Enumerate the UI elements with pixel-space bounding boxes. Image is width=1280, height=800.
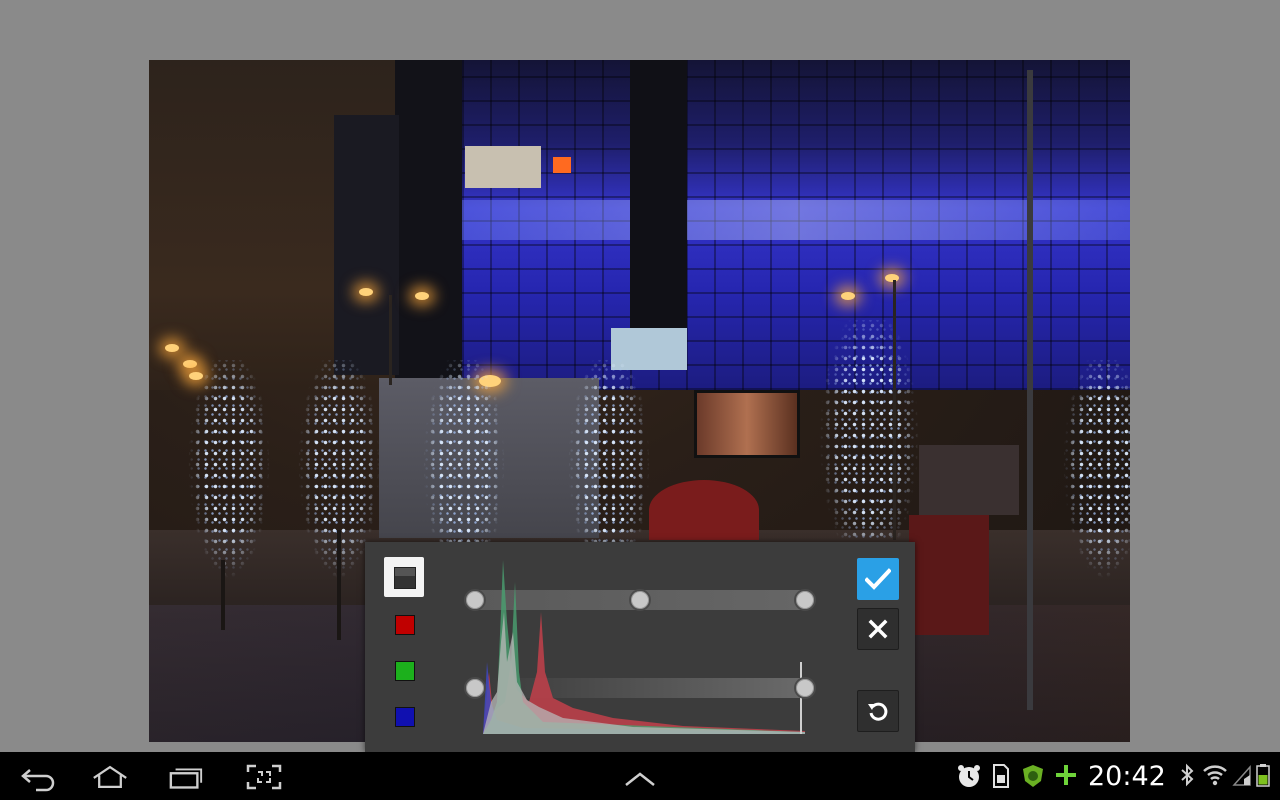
histogram-blue — [483, 662, 805, 734]
apply-button[interactable] — [857, 558, 899, 600]
photo-dark-tower — [395, 60, 462, 390]
sim-card-icon — [993, 764, 1009, 788]
photo-lit-tree — [1059, 360, 1130, 590]
curve-point-highlights[interactable] — [794, 589, 816, 611]
red-swatch-icon — [395, 615, 415, 635]
channel-rgb-button[interactable] — [384, 557, 424, 597]
close-icon — [868, 619, 888, 639]
photo-tree-trunk — [221, 560, 225, 630]
channel-red-button[interactable] — [384, 604, 424, 644]
photo-street-lamp — [359, 288, 373, 296]
reset-button[interactable] — [857, 690, 899, 732]
status-clock: 20:42 — [1088, 761, 1166, 792]
photo-orange-window — [553, 157, 571, 173]
histogram — [483, 560, 805, 734]
photo-lit-tree — [184, 360, 274, 590]
photo-dark-tower-2 — [630, 60, 687, 330]
green-swatch-icon — [395, 661, 415, 681]
plus-icon — [1056, 765, 1076, 785]
curves-panel — [365, 542, 915, 752]
recent-apps-icon[interactable] — [168, 764, 204, 792]
histogram-green — [483, 560, 805, 734]
histogram-luma — [483, 612, 805, 734]
photo-billboard — [694, 390, 800, 458]
bluetooth-icon — [1181, 763, 1194, 787]
wifi-icon — [1203, 765, 1227, 786]
histogram-red — [483, 612, 805, 734]
alarm-clock-icon — [958, 765, 980, 787]
photo-lamp-pole — [389, 295, 392, 385]
check-icon — [865, 568, 891, 590]
curve-point-midtones[interactable] — [629, 589, 651, 611]
signal-strength-icon — [1232, 765, 1251, 786]
rgb-swatch-icon — [394, 567, 416, 589]
photo-street-lamp — [841, 292, 855, 300]
input-levels-track[interactable] — [475, 678, 805, 698]
curve-point-shadows[interactable] — [464, 589, 486, 611]
photo-lit-tree — [814, 320, 924, 580]
photo-tree-trunk — [337, 530, 341, 640]
input-level-white[interactable] — [794, 677, 816, 699]
cancel-button[interactable] — [857, 608, 899, 650]
input-level-black[interactable] — [464, 677, 486, 699]
channel-green-button[interactable] — [384, 650, 424, 690]
photo-lit-window — [465, 146, 541, 188]
photo-street-lamp — [885, 274, 899, 282]
photo-street-lamp — [415, 292, 429, 300]
photo-shop-sign — [649, 480, 759, 540]
photo-tall-pole — [1027, 70, 1033, 710]
security-shield-icon — [1023, 765, 1043, 787]
rotate-reset-icon — [868, 702, 888, 721]
photo-street-lamp — [165, 344, 179, 352]
chevron-up-icon[interactable] — [622, 766, 658, 794]
photo-storefront — [919, 445, 1019, 515]
battery-icon — [1256, 764, 1270, 787]
back-icon[interactable] — [20, 764, 56, 792]
blue-swatch-icon — [395, 707, 415, 727]
channel-blue-button[interactable] — [384, 696, 424, 736]
screenshot-icon[interactable] — [246, 763, 282, 791]
home-icon[interactable] — [92, 763, 128, 791]
